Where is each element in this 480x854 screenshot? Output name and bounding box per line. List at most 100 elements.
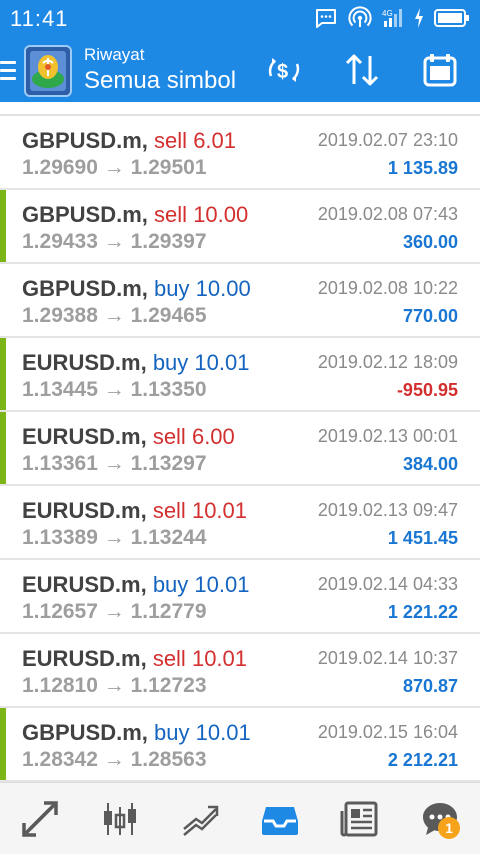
open-price: 1.29388 xyxy=(22,304,98,327)
trade-symbol-line: GBPUSD.m, buy 10.00 xyxy=(22,276,251,302)
trade-direction: sell 6.00 xyxy=(153,424,235,449)
trade-time: 2019.02.14 10:37 xyxy=(317,648,458,668)
quotes-icon[interactable] xyxy=(0,783,80,854)
trade-symbol: EURUSD.m, xyxy=(22,646,147,671)
close-price: 1.12779 xyxy=(130,600,207,623)
calendar-icon[interactable] xyxy=(418,50,462,90)
trade-volume: 10.00 xyxy=(193,202,249,227)
history-icon[interactable] xyxy=(240,783,320,854)
arrow-icon: → xyxy=(103,378,125,401)
page-title[interactable]: Semua simbol xyxy=(84,66,236,96)
close-price: 1.13244 xyxy=(130,526,207,549)
trade-type: sell xyxy=(152,424,186,449)
trade-profit: 2 212.21 xyxy=(387,750,458,770)
trade-direction: sell 6.01 xyxy=(154,128,236,153)
charging-icon xyxy=(414,7,424,34)
trade-type: buy xyxy=(152,350,189,375)
trade-time: 2019.02.14 04:33 xyxy=(317,574,458,594)
hotspot-icon xyxy=(348,5,372,35)
trade-time: 2019.02.08 10:22 xyxy=(317,278,458,298)
trade-profit: -950.95 xyxy=(396,380,458,400)
open-price: 1.29690 xyxy=(22,156,98,179)
trade-profit: 1 135.89 xyxy=(387,158,458,178)
trade-symbol: GBPUSD.m, xyxy=(22,276,148,301)
trade-row[interactable]: EURUSD.m, sell 10.01 1.12810 → 1.12723 201… xyxy=(0,634,480,708)
open-price: 1.12657 xyxy=(22,600,98,623)
trade-row[interactable]: EURUSD.m, buy 10.01 1.13445 → 1.13350 2019… xyxy=(0,338,480,412)
trade-prices: 1.29690 → 1.29501 xyxy=(22,156,207,180)
trade-time: 2019.02.08 07:43 xyxy=(317,204,458,224)
trade-row[interactable]: EURUSD.m, buy 10.01 1.12657 → 1.12779 2019… xyxy=(0,560,480,634)
trade-icon[interactable] xyxy=(160,783,240,854)
trade-profit: 1 221.22 xyxy=(387,602,458,622)
trade-type: buy xyxy=(154,276,190,301)
arrow-icon: → xyxy=(103,526,125,549)
metatrader-logo xyxy=(24,45,72,97)
trade-prices: 1.13361 → 1.13297 xyxy=(22,452,207,476)
trade-time: 2019.02.15 16:04 xyxy=(317,722,458,742)
trade-volume: 10.01 xyxy=(194,572,250,597)
menu-button[interactable] xyxy=(0,58,18,84)
arrow-icon: → xyxy=(103,600,125,623)
close-price: 1.29397 xyxy=(130,230,207,253)
open-price: 1.13361 xyxy=(22,452,98,475)
trade-volume: 10.01 xyxy=(194,350,250,375)
open-price: 1.12810 xyxy=(22,674,98,697)
trade-row[interactable]: EURUSD.m, sell 6.00 1.13361 → 1.13297 2019… xyxy=(0,412,480,486)
chat-notification-icon xyxy=(314,6,338,35)
trade-row[interactable]: GBPUSD.m, sell 10.00 1.29433 → 1.29397 201… xyxy=(0,190,480,264)
trade-symbol: EURUSD.m, xyxy=(22,572,147,597)
trade-symbol: GBPUSD.m, xyxy=(22,202,148,227)
chat-icon[interactable]: 1 xyxy=(400,783,480,854)
trade-direction: buy 10.01 xyxy=(153,350,250,375)
svg-text:4G: 4G xyxy=(382,9,393,18)
trade-row[interactable]: EURUSD.m, sell 10.01 1.13389 → 1.13244 201… xyxy=(0,486,480,560)
svg-text:$: $ xyxy=(277,61,288,83)
close-price: 1.12723 xyxy=(130,674,207,697)
trade-direction: buy 10.00 xyxy=(154,276,251,301)
trade-history-list[interactable]: GBPUSD.m, sell 6.01 1.29690 → 1.29501 2019… xyxy=(0,114,480,782)
trade-volume: 10.00 xyxy=(195,276,251,301)
app-bar: Riwayat Semua simbol $ xyxy=(0,40,480,102)
trade-symbol: EURUSD.m, xyxy=(22,350,147,375)
trade-profit: 360.00 xyxy=(402,232,458,252)
arrow-icon: → xyxy=(103,452,125,475)
open-price: 1.13445 xyxy=(22,378,98,401)
battery-icon xyxy=(434,8,470,33)
trade-symbol-line: EURUSD.m, sell 10.01 xyxy=(22,646,247,672)
trade-row[interactable]: GBPUSD.m, sell 6.01 1.29690 → 1.29501 2019… xyxy=(0,116,480,190)
arrow-icon: → xyxy=(103,748,125,771)
trade-row[interactable]: GBPUSD.m, buy 10.00 1.29388 → 1.29465 2019… xyxy=(0,264,480,338)
trade-prices: 1.12657 → 1.12779 xyxy=(22,600,207,624)
trade-profit: 770.00 xyxy=(402,306,458,326)
arrow-icon: → xyxy=(103,304,125,327)
exchange-icon[interactable]: $ xyxy=(262,50,306,90)
sort-icon[interactable] xyxy=(340,50,384,90)
trade-type: buy xyxy=(154,720,190,745)
trade-prices: 1.28342 → 1.28563 xyxy=(22,748,207,772)
trade-volume: 10.01 xyxy=(191,646,248,671)
page-subtitle: Riwayat xyxy=(84,45,145,64)
trade-row[interactable]: GBPUSD.m, buy 10.01 1.28342 → 1.28563 2019… xyxy=(0,708,480,782)
open-price: 1.13389 xyxy=(22,526,98,549)
trade-direction: buy 10.01 xyxy=(154,720,251,745)
trade-symbol-line: GBPUSD.m, sell 6.01 xyxy=(22,128,236,154)
trade-prices: 1.13389 → 1.13244 xyxy=(22,526,207,550)
trade-profit: 1 451.45 xyxy=(387,528,458,548)
trade-symbol: EURUSD.m, xyxy=(22,424,147,449)
trade-symbol-line: EURUSD.m, sell 6.00 xyxy=(22,424,235,450)
trade-prices: 1.29388 → 1.29465 xyxy=(22,304,207,328)
bottom-nav: 1 xyxy=(0,782,480,854)
open-price: 1.28342 xyxy=(22,748,98,771)
trade-direction: sell 10.00 xyxy=(154,202,248,227)
chart-candles-icon[interactable] xyxy=(80,783,160,854)
trade-symbol-line: EURUSD.m, buy 10.01 xyxy=(22,572,249,598)
trade-symbol-line: EURUSD.m, sell 10.01 xyxy=(22,498,247,524)
trade-volume: 6.00 xyxy=(191,424,235,449)
arrow-icon: → xyxy=(103,674,125,697)
trade-volume: 10.01 xyxy=(191,498,248,523)
trade-profit: 384.00 xyxy=(402,454,458,474)
close-price: 1.28563 xyxy=(130,748,207,771)
trade-symbol: EURUSD.m, xyxy=(22,498,147,523)
news-icon[interactable] xyxy=(320,783,400,854)
